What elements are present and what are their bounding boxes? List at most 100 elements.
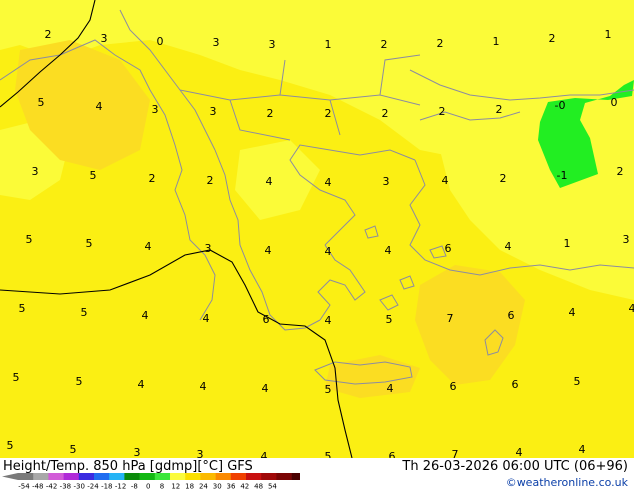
colorbar-block xyxy=(139,473,156,480)
temperature-label: 7 xyxy=(452,448,459,458)
colorbar-tick-label: 8 xyxy=(160,483,164,490)
temperature-label: 2 xyxy=(617,165,624,178)
temperature-label: 2 xyxy=(437,37,444,50)
colorbar-tick-label: 30 xyxy=(213,483,222,490)
temperature-label: 5 xyxy=(325,450,332,458)
temperature-label: 2 xyxy=(325,107,332,120)
temperature-label: 5 xyxy=(19,302,26,315)
temperature-label: 6 xyxy=(508,309,515,322)
colorbar-block xyxy=(276,473,292,480)
temperature-label: 5 xyxy=(70,443,77,456)
temperature-label: 4 xyxy=(629,302,634,315)
temperature-label: 1 xyxy=(493,35,500,48)
colorbar-tick-label: 12 xyxy=(171,483,180,490)
colorbar-tick-label: 54 xyxy=(268,483,277,490)
colorbar-ticks: -54 -48 -42 -38 -30 -24 -18 -12 -8 0 8 12 18 24 30 36 42… xyxy=(18,483,277,490)
temperature-label: 3 xyxy=(134,446,141,458)
colorbar-tick-label: -30 xyxy=(73,483,84,490)
temperature-label: 4 xyxy=(138,378,145,391)
colorbar-block xyxy=(48,473,64,480)
temperature-label: 6 xyxy=(263,313,270,326)
colorbar-block xyxy=(78,473,95,480)
colorbar-tick-label: -8 xyxy=(131,483,138,490)
colorbar-block xyxy=(291,473,300,480)
colorbar-tick-label: -24 xyxy=(87,483,99,490)
temperature-label: 5 xyxy=(86,237,93,250)
temperature-label: 4 xyxy=(385,244,392,257)
temperature-label: 6 xyxy=(450,380,457,393)
temperature-label: 2 xyxy=(45,28,52,41)
colorbar-tick-label: -38 xyxy=(60,483,71,490)
temperature-label: 4 xyxy=(265,244,272,257)
temperature-label: 4 xyxy=(569,306,576,319)
colorbar-blocks xyxy=(2,473,300,480)
temperature-label: 2 xyxy=(207,174,214,187)
colorbar-block xyxy=(185,473,201,480)
temperature-label: 4 xyxy=(145,240,152,253)
credit-link[interactable]: ©weatheronline.co.uk xyxy=(506,476,628,489)
map-footer: Height/Temp. 850 hPa [gdmp][°C] GFS Th 2… xyxy=(0,458,634,490)
colorbar-tick-label: -42 xyxy=(46,483,57,490)
temperature-label: 1 xyxy=(564,237,571,250)
temperature-label: 5 xyxy=(7,439,14,452)
colorbar-block xyxy=(63,473,80,480)
temperature-label: 4 xyxy=(442,174,449,187)
temperature-label: 2 xyxy=(382,107,389,120)
temperature-label: 4 xyxy=(325,245,332,258)
temperature-label: 4 xyxy=(262,382,269,395)
temperature-label: 6 xyxy=(389,450,396,458)
colorbar-block xyxy=(246,473,262,480)
temperature-label: -0 xyxy=(555,99,566,112)
temperature-label: 5 xyxy=(90,169,97,182)
map-valid-time: Th 26-03-2026 06:00 UTC (06+96) xyxy=(402,459,628,474)
colorbar-block xyxy=(18,473,34,480)
temperature-label: 2 xyxy=(500,172,507,185)
temperature-label: 5 xyxy=(38,96,45,109)
colorbar-tick-label: 24 xyxy=(199,483,208,490)
temperature-label: 6 xyxy=(512,378,519,391)
temperature-label: 4 xyxy=(96,100,103,113)
temperature-label: 5 xyxy=(26,233,33,246)
colorbar-block xyxy=(109,473,125,480)
temperature-label: 5 xyxy=(81,306,88,319)
colorbar-block xyxy=(230,473,247,480)
colorbar-low-arrow xyxy=(2,473,18,480)
temperature-label: 4 xyxy=(387,382,394,395)
temperature-label: 3 xyxy=(213,36,220,49)
colorbar-tick-label: 42 xyxy=(240,483,249,490)
colorbar-tick-label: -18 xyxy=(101,483,112,490)
temperature-label: 5 xyxy=(574,375,581,388)
temperature-label: 3 xyxy=(197,448,204,458)
temperature-label: 2 xyxy=(381,38,388,51)
temperature-label: 3 xyxy=(152,103,159,116)
temperature-label: 4 xyxy=(200,380,207,393)
temperature-label: 3 xyxy=(383,175,390,188)
colorbar-tick-label: -48 xyxy=(32,483,43,490)
temperature-label: -1 xyxy=(557,169,568,182)
colorbar-block xyxy=(261,473,277,480)
temperature-label: 3 xyxy=(269,38,276,51)
temperature-label: 3 xyxy=(32,165,39,178)
temperature-label: 5 xyxy=(76,375,83,388)
colorbar-block xyxy=(200,473,216,480)
temperature-label: 5 xyxy=(325,383,332,396)
colorbar-block xyxy=(124,473,140,480)
colorbar-tick-label: -54 xyxy=(18,483,30,490)
temperature-label: 2 xyxy=(149,172,156,185)
temperature-label: 3 xyxy=(210,105,217,118)
temperature-label: 5 xyxy=(13,371,20,384)
temperature-label: 4 xyxy=(203,312,210,325)
temperature-label: 5 xyxy=(386,313,393,326)
temperature-label: 4 xyxy=(516,446,523,458)
colorbar-tick-label: -12 xyxy=(115,483,126,490)
temperature-label: 4 xyxy=(266,175,273,188)
temperature-label: 2 xyxy=(439,105,446,118)
temperature-label: 2 xyxy=(496,103,503,116)
map-canvas: 2 3 0 3 3 1 2 2 1 2 1 5 4 3 3 2 2 2 2 2 -0 0 3 5 2 2 4 4 3 4 2 -1 2 5 5 4 3 4… xyxy=(0,0,634,458)
temperature-label: 3 xyxy=(101,32,108,45)
temperature-label: 4 xyxy=(325,314,332,327)
temperature-label: 4 xyxy=(325,176,332,189)
temperature-label: 2 xyxy=(549,32,556,45)
temperature-label: 0 xyxy=(611,96,618,109)
temperature-label: 3 xyxy=(623,233,630,246)
